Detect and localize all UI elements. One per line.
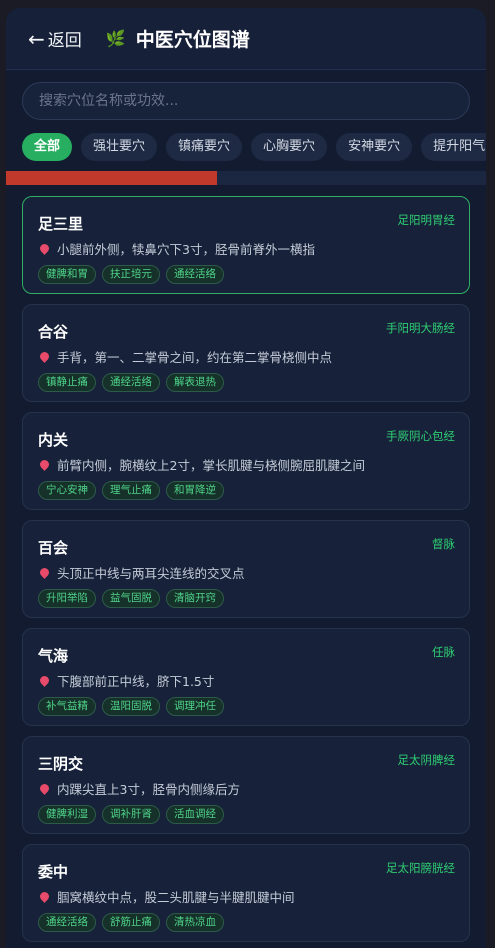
effect-tags: 健脾和胃 扶正培元 通经活络	[38, 265, 455, 284]
location-pin-icon	[38, 890, 51, 903]
location-text: 腘窝横纹中点，股二头肌腱与半腱肌腱中间	[57, 890, 295, 905]
location-text: 前臂内侧，腕横纹上2寸，掌长肌腱与桡侧腕屈肌腱之间	[57, 458, 365, 473]
acupoint-card[interactable]: 百会 督脉头顶正中线与两耳尖连线的交叉点升阳举陷 益气固脱 清脑开窍	[22, 520, 470, 618]
filter-chip[interactable]: 强壮要穴	[81, 133, 158, 161]
effect-tags: 升阳举陷 益气固脱 清脑开窍	[38, 589, 455, 608]
location-line: 手背，第一、二掌骨之间，约在第二掌骨桡侧中点	[38, 347, 455, 366]
meridian-label: 任脉	[432, 645, 455, 659]
effect-tag: 益气固脱	[102, 589, 160, 608]
meridian-label: 足太阴脾经	[397, 753, 456, 767]
location-pin-icon	[38, 350, 51, 363]
location-line: 前臂内侧，腕横纹上2寸，掌长肌腱与桡侧腕屈肌腱之间	[38, 455, 455, 474]
meridian-label: 足阳明胃经	[397, 213, 456, 227]
acupoint-name: 百会	[38, 539, 69, 557]
effect-tag: 调理冲任	[166, 697, 224, 716]
location-line: 下腹部前正中线，脐下1.5寸	[38, 671, 455, 690]
effect-tag: 清脑开窍	[166, 589, 224, 608]
effect-tag: 升阳举陷	[38, 589, 96, 608]
effect-tags: 通经活络 舒筋止痛 清热凉血	[38, 913, 455, 932]
effect-tag: 通经活络	[166, 265, 224, 284]
acupoint-card[interactable]: 足三里 足阳明胃经小腿前外侧，犊鼻穴下3寸，胫骨前脊外一横指健脾和胃 扶正培元 通经活…	[22, 196, 470, 294]
search-input[interactable]	[22, 82, 470, 120]
effect-tag: 扶正培元	[102, 265, 160, 284]
leaf-icon: 🌿	[105, 29, 126, 48]
effect-tag: 通经活络	[38, 913, 96, 932]
acupoint-card[interactable]: 气海 任脉下腹部前正中线，脐下1.5寸补气益精 温阳固脱 调理冲任	[22, 628, 470, 726]
acupoint-card[interactable]: 内关 手厥阴心包经 前臂内侧，腕横纹上2寸，掌长肌腱与桡侧腕屈肌腱之间 宁心安神 理气止…	[22, 412, 470, 510]
effect-tags: 宁心安神 理气止痛 和胃降逆	[38, 481, 455, 500]
search-bar	[6, 70, 486, 120]
location-text: 头顶正中线与两耳尖连线的交叉点	[57, 566, 245, 581]
location-pin-icon	[38, 566, 51, 579]
acupoint-card[interactable]: 委中 足太阳膀胱经 腘窝横纹中点，股二头肌腱与半腱肌腱中间 通经活络 舒筋止痛 清热凉血	[22, 844, 470, 942]
location-text: 小腿前外侧，犊鼻穴下3寸，胫骨前脊外一横指	[57, 242, 315, 257]
effect-tag: 补气益精	[38, 697, 96, 716]
effect-tag: 宁心安神	[38, 481, 96, 500]
effect-tag: 健脾和胃	[38, 265, 96, 284]
meridian-label: 督脉	[432, 537, 455, 551]
location-line: 头顶正中线与两耳尖连线的交叉点	[38, 563, 455, 582]
effect-tag: 镇静止痛	[38, 373, 96, 392]
effect-tag: 活血调经	[166, 805, 224, 824]
location-line: 小腿前外侧，犊鼻穴下3寸，胫骨前脊外一横指	[38, 239, 455, 258]
filter-chip[interactable]: 镇痛要穴	[166, 133, 243, 161]
location-text: 内踝尖直上3寸，胫骨内侧缘后方	[57, 782, 240, 797]
progress-fill	[6, 171, 218, 185]
filter-chip[interactable]: 安神要穴	[336, 133, 413, 161]
location-line: 内踝尖直上3寸，胫骨内侧缘后方	[38, 779, 455, 798]
effect-tag: 通经活络	[102, 373, 160, 392]
location-text: 下腹部前正中线，脐下1.5寸	[57, 674, 215, 689]
acupoint-name: 气海	[38, 647, 69, 665]
location-pin-icon	[38, 242, 51, 255]
effect-tag: 温阳固脱	[102, 697, 160, 716]
filter-chip[interactable]: 全部	[22, 133, 73, 161]
location-text: 手背，第一、二掌骨之间，约在第二掌骨桡侧中点	[57, 350, 333, 365]
acupoint-name: 足三里	[38, 215, 84, 233]
effect-tag: 调补肝肾	[102, 805, 160, 824]
meridian-label: 手阳明大肠经	[386, 321, 455, 335]
app-window: ← 返回 🌿 中医穴位图谱 全部强壮要穴镇痛要穴心胸要穴安神要穴提升阳气 足三里…	[6, 8, 486, 948]
back-button[interactable]: ← 返回	[28, 26, 82, 52]
effect-tags: 镇静止痛 通经活络 解表退热	[38, 373, 455, 392]
effect-tag: 清热凉血	[166, 913, 224, 932]
location-pin-icon	[38, 674, 51, 687]
back-arrow-icon: ←	[28, 26, 45, 51]
effect-tag: 健脾利湿	[38, 805, 96, 824]
effect-tag: 理气止痛	[102, 481, 160, 500]
location-pin-icon	[38, 782, 51, 795]
effect-tag: 和胃降逆	[166, 481, 224, 500]
meridian-label: 手厥阴心包经	[386, 429, 455, 443]
effect-tags: 补气益精 温阳固脱 调理冲任	[38, 697, 455, 716]
meridian-label: 足太阳膀胱经	[386, 861, 455, 875]
filter-chip[interactable]: 心胸要穴	[251, 133, 328, 161]
effect-tag: 解表退热	[166, 373, 224, 392]
header: ← 返回 🌿 中医穴位图谱	[6, 8, 486, 70]
location-pin-icon	[38, 458, 51, 471]
effect-tag: 舒筋止痛	[102, 913, 160, 932]
effect-tags: 健脾利湿 调补肝肾 活血调经	[38, 805, 455, 824]
location-line: 腘窝横纹中点，股二头肌腱与半腱肌腱中间	[38, 887, 455, 906]
acupoint-list: 足三里 足阳明胃经 小腿前外侧，犊鼻穴下3寸，胫骨前脊外一横指 健脾和胃 扶正培元 通经活…	[6, 185, 486, 942]
page-title: 中医穴位图谱	[135, 29, 250, 51]
filter-chips: 全部 强壮要穴 镇痛要穴 心胸要穴 安神要穴 提升阳气	[6, 120, 486, 161]
progress-bar	[6, 171, 486, 185]
acupoint-name: 三阴交	[38, 755, 84, 773]
acupoint-card[interactable]: 合谷 手阳明大肠经 手背，第一、二掌骨之间，约在第二掌骨桡侧中点 镇静止痛 通经活络 解表…	[22, 304, 470, 402]
back-label: 返回	[47, 31, 82, 51]
acupoint-card[interactable]: 三阴交 足太阴脾经内踝尖直上3寸，胫骨内侧缘后方健脾利湿 调补肝肾 活血调经	[22, 736, 470, 834]
filter-chip[interactable]: 提升阳气	[421, 133, 486, 161]
